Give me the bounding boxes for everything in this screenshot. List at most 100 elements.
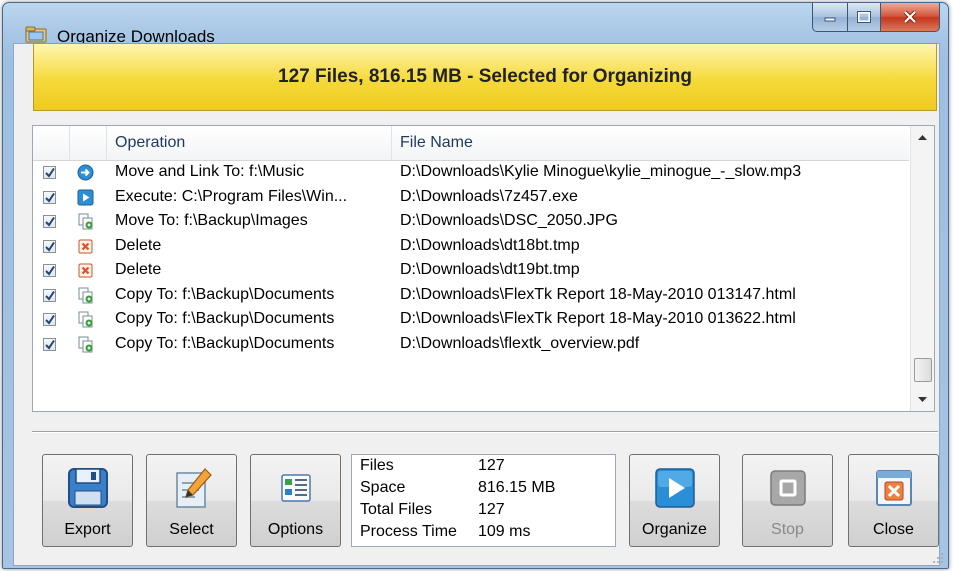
row-checkbox[interactable]: [43, 337, 56, 351]
file-name-cell: D:\Downloads\flextk_overview.pdf: [400, 334, 640, 352]
stat-value: 816.15 MB: [478, 479, 556, 496]
stop-button[interactable]: Stop: [742, 454, 833, 547]
header-operation[interactable]: Operation: [107, 126, 392, 160]
stat-label: Process Time: [360, 523, 457, 540]
stat-label: Files: [360, 457, 394, 474]
organize-button[interactable]: Organize: [629, 454, 720, 547]
list-header: Operation File Name: [33, 126, 909, 161]
close-x-icon: [903, 10, 917, 24]
stat-value: 127: [478, 457, 505, 474]
stat-label: Space: [360, 479, 406, 496]
vertical-scrollbar[interactable]: [910, 126, 934, 411]
row-checkbox[interactable]: [43, 190, 56, 204]
row-checkbox[interactable]: [43, 264, 56, 277]
file-name-cell: D:\Downloads\dt19bt.tmp: [400, 261, 580, 278]
operation-cell: Copy To: f:\Backup\Documents: [115, 334, 335, 352]
file-name-cell: D:\Downloads\7z457.exe: [400, 187, 578, 205]
scroll-thumb[interactable]: [914, 358, 932, 382]
file-name-cell: D:\Downloads\FlexTk Report 18-May-2010 0…: [400, 310, 796, 327]
stop-icon: [769, 470, 806, 506]
operation-cell: Delete: [115, 261, 162, 278]
organize-downloads-window: Organize Downloads 127 Files, 816.15 MB …: [2, 2, 949, 569]
header-file-name[interactable]: File Name: [392, 126, 909, 160]
list-rows: Move and Link To: f:\Music D:\Downloads\K…: [33, 161, 909, 357]
move-icon: [77, 213, 94, 230]
list-item[interactable]: Move and Link To: f:\Music D:\Downloads\K…: [33, 161, 909, 186]
maximize-icon: [857, 11, 871, 23]
operation-cell: Copy To: f:\Backup\Documents: [115, 285, 335, 303]
export-label: Export: [64, 521, 111, 538]
options-list-icon: [280, 474, 311, 502]
delete-icon: [77, 262, 94, 279]
organize-label: Organize: [642, 521, 707, 538]
selection-summary-banner: 127 Files, 816.15 MB - Selected for Orga…: [33, 43, 937, 111]
row-checkbox[interactable]: [43, 288, 56, 302]
row-checkbox[interactable]: [43, 313, 56, 326]
header-checkbox-column[interactable]: [33, 126, 70, 160]
app-icon: [25, 26, 47, 43]
chevron-down-icon: [918, 397, 927, 402]
execute-icon: [77, 189, 94, 206]
divider: [32, 431, 938, 433]
close-button[interactable]: Close: [848, 454, 939, 547]
list-item[interactable]: Delete D:\Downloads\dt19bt.tmp: [33, 259, 909, 284]
list-item[interactable]: Execute: C:\Program Files\Win... D:\Downl…: [33, 186, 909, 211]
row-checkbox[interactable]: [43, 166, 56, 179]
select-button[interactable]: Select: [146, 454, 237, 547]
stat-label: Total Files: [360, 501, 433, 518]
list-item[interactable]: Copy To: f:\Backup\Documents D:\Downloads…: [33, 333, 909, 358]
options-label: Options: [267, 521, 324, 538]
checkmark-icon: [45, 216, 55, 227]
edit-document-icon: [175, 468, 212, 508]
file-name-cell: D:\Downloads\DSC_2050.JPG: [400, 212, 618, 229]
copy-icon: [77, 336, 94, 353]
copy-icon: [77, 311, 94, 328]
checkmark-icon: [45, 265, 55, 276]
file-name-cell: D:\Downloads\FlexTk Report 18-May-2010 0…: [400, 285, 796, 303]
row-checkbox[interactable]: [43, 239, 56, 253]
list-item[interactable]: Delete D:\Downloads\dt18bt.tmp: [33, 235, 909, 260]
export-button[interactable]: Export: [42, 454, 133, 547]
minimize-button[interactable]: [812, 3, 848, 32]
copy-icon: [77, 287, 94, 304]
operation-cell: Move and Link To: f:\Music: [115, 163, 305, 180]
operation-cell: Execute: C:\Program Files\Win...: [115, 187, 348, 205]
checkmark-icon: [45, 314, 55, 325]
chevron-up-icon: [918, 135, 927, 140]
select-label: Select: [169, 521, 214, 538]
stat-value: 109 ms: [478, 523, 531, 540]
row-checkbox[interactable]: [43, 215, 56, 228]
checkmark-icon: [45, 339, 55, 350]
operation-cell: Delete: [115, 236, 162, 254]
list-item[interactable]: Copy To: f:\Backup\Documents D:\Downloads…: [33, 308, 909, 333]
file-name-cell: D:\Downloads\dt18bt.tmp: [400, 236, 580, 254]
stat-value: 127: [478, 501, 505, 518]
stop-label: Stop: [771, 521, 804, 538]
list-item[interactable]: Move To: f:\Backup\Images D:\Downloads\DS…: [33, 210, 909, 235]
checkmark-icon: [45, 167, 55, 178]
resize-grip-icon[interactable]: [932, 552, 944, 564]
scroll-down-arrow[interactable]: [911, 389, 934, 411]
checkmark-icon: [45, 241, 55, 252]
minimize-icon: [824, 17, 836, 22]
list-item[interactable]: Copy To: f:\Backup\Documents D:\Downloads…: [33, 284, 909, 309]
statistics-panel: Files 127 Space 816.15 MB Total Files 127 Proc…: [351, 454, 616, 547]
close-window-icon: [875, 470, 912, 506]
checkmark-icon: [45, 192, 55, 203]
scroll-up-arrow[interactable]: [911, 126, 934, 148]
window-controls: [812, 3, 940, 33]
header-icon-column[interactable]: [70, 126, 107, 160]
options-button[interactable]: Options: [250, 454, 341, 547]
operations-list[interactable]: Operation File Name Move and Link To: f:…: [32, 125, 935, 412]
close-label: Close: [873, 521, 914, 538]
play-icon: [654, 468, 695, 508]
banner-text: 127 Files, 816.15 MB - Selected for Orga…: [278, 66, 692, 87]
checkmark-icon: [45, 290, 55, 301]
operation-cell: Move To: f:\Backup\Images: [115, 212, 308, 229]
move-link-icon: [77, 164, 94, 181]
floppy-disk-icon: [67, 468, 108, 508]
file-name-cell: D:\Downloads\Kylie Minogue\kylie_minogue…: [400, 163, 802, 180]
operation-cell: Copy To: f:\Backup\Documents: [115, 310, 335, 327]
window-close-button[interactable]: [881, 3, 940, 32]
maximize-button[interactable]: [848, 3, 881, 32]
